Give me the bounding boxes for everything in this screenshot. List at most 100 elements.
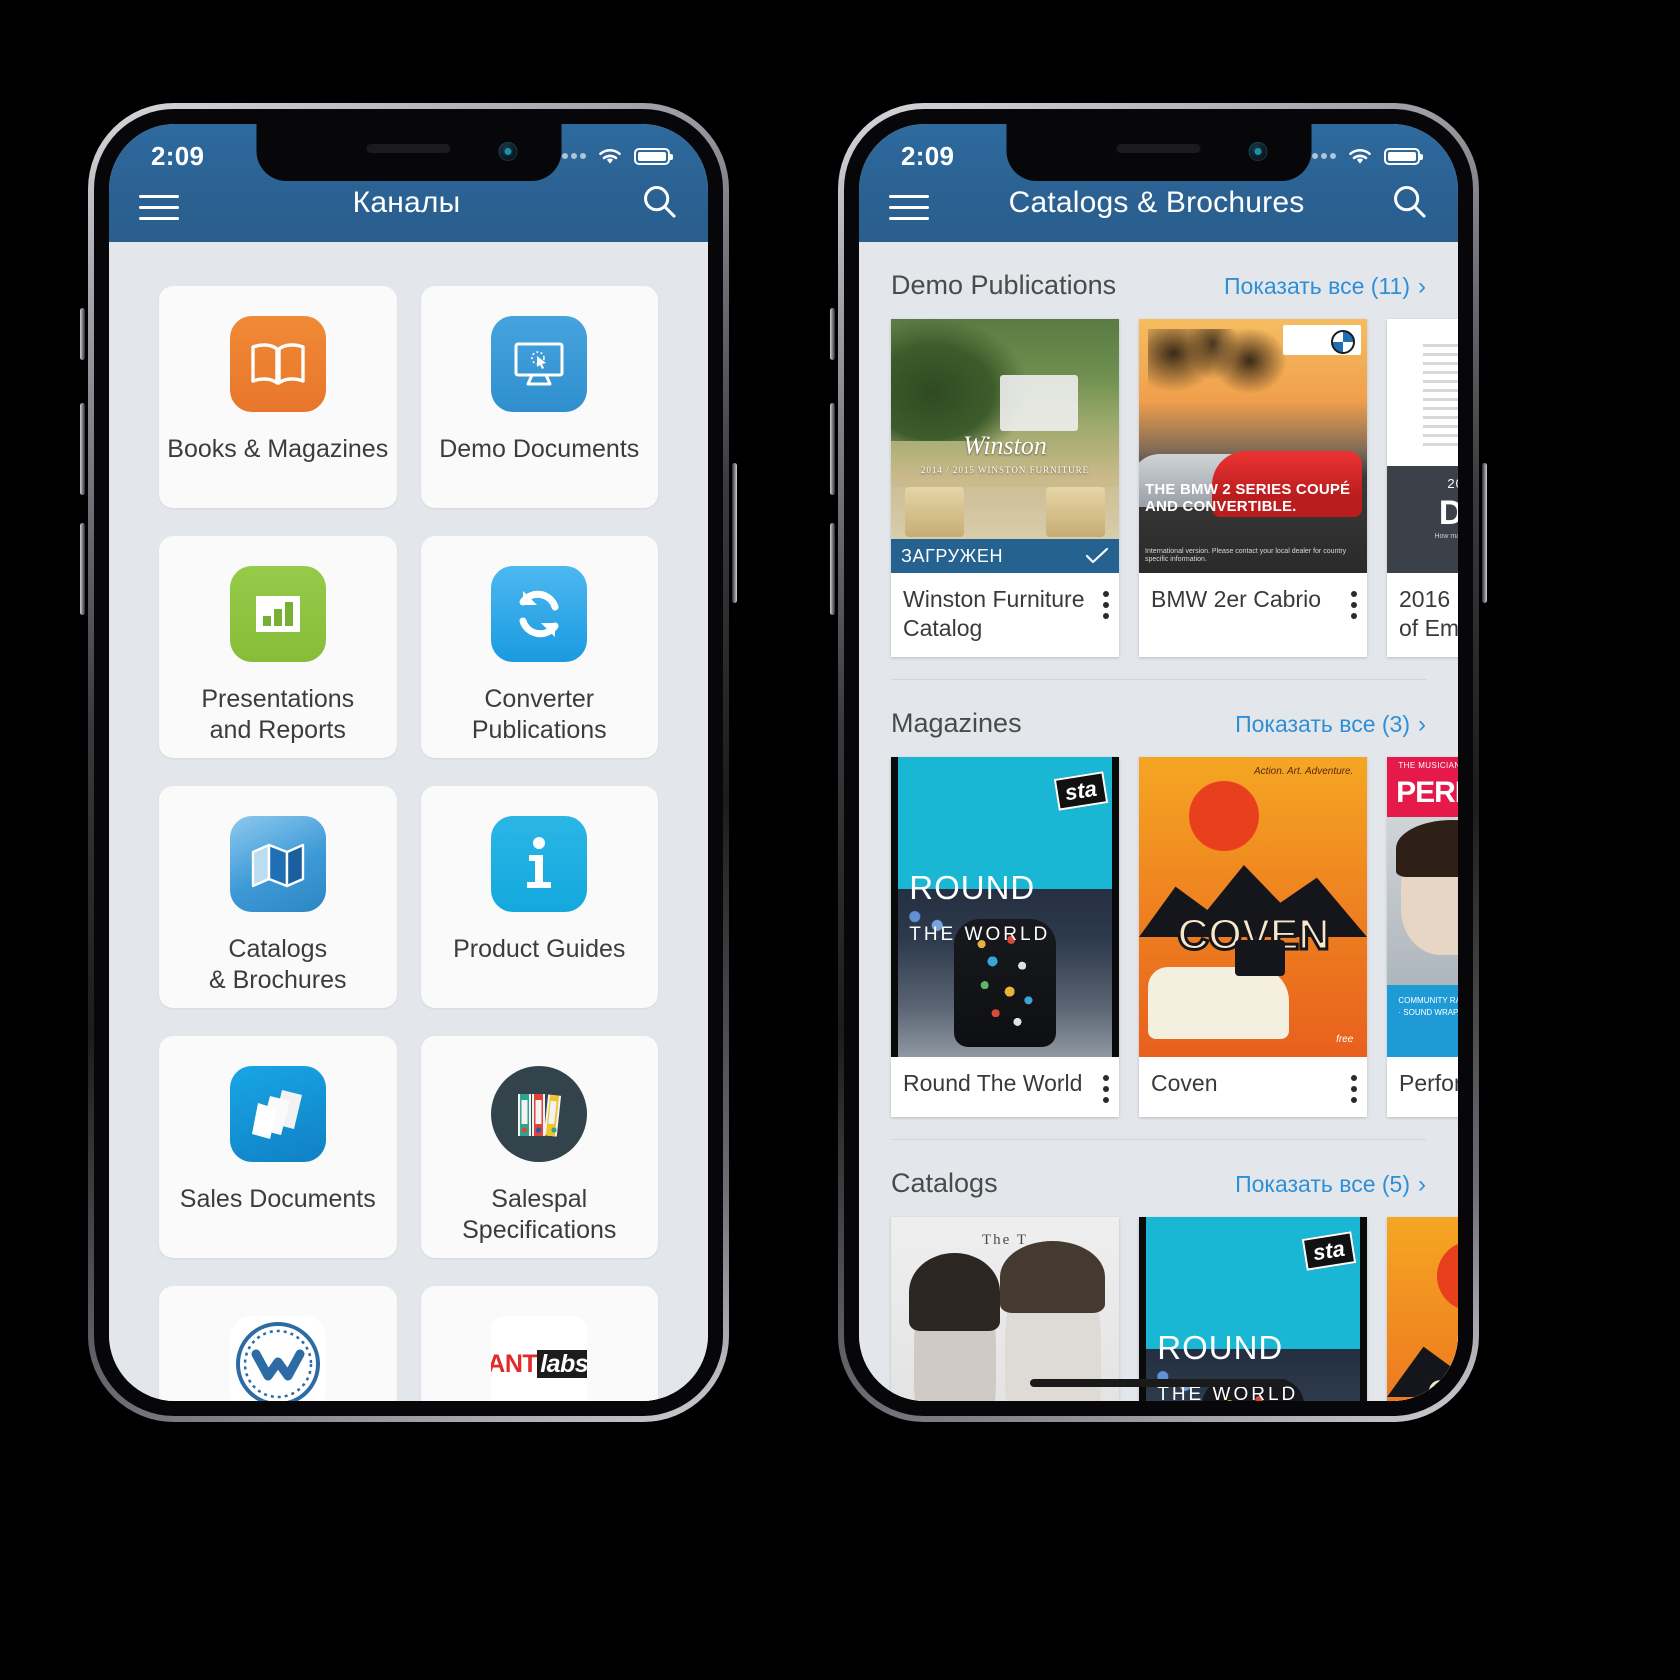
- battery-full-icon: [634, 147, 673, 165]
- cover-image-coven: Action. Art. Adventure. COVEN free: [1139, 757, 1367, 1057]
- show-all-link[interactable]: Показать все (3) ›: [1235, 711, 1426, 738]
- left-phone-power-button[interactable]: [732, 463, 737, 603]
- cover-title: COVEN: [1424, 1370, 1458, 1401]
- badge-label: ЗАГРУЖЕН: [901, 545, 1004, 566]
- channel-tile-salespal-specifications[interactable]: Salespal Specifications: [420, 1036, 658, 1258]
- card-title: Round The World: [903, 1070, 1083, 1096]
- antlabs-logo-icon: ANT labs: [491, 1316, 588, 1401]
- left-phone-volume-down[interactable]: [80, 523, 85, 615]
- right-phone-volume-down[interactable]: [830, 523, 835, 615]
- section-title: Magazines: [891, 708, 1022, 738]
- publications-scroll[interactable]: Demo Publications Показать все (11) › Wi…: [859, 242, 1458, 1401]
- show-all-label: Показать все (3): [1235, 711, 1410, 737]
- channel-tile-presentations-reports[interactable]: Presentations and Reports: [159, 536, 397, 758]
- channel-label: Presentations and Reports: [201, 685, 355, 744]
- publication-card[interactable]: Action. Art. Adventure. COVEN free Coven: [1387, 1217, 1458, 1401]
- show-all-link[interactable]: Показать все (5) ›: [1235, 1171, 1426, 1198]
- channel-label: Catalogs & Brochures: [208, 935, 347, 994]
- cover-image-bmw: THE BMW 2 SERIES COUPÉ AND CONVERTIBLE. …: [1139, 319, 1367, 573]
- more-options-icon[interactable]: [1351, 585, 1357, 619]
- monitor-cursor-icon: [491, 316, 588, 412]
- show-all-link[interactable]: Показать все (11) ›: [1224, 273, 1426, 300]
- search-icon[interactable]: [1384, 182, 1428, 220]
- hamburger-menu-icon[interactable]: [889, 195, 929, 220]
- publication-card[interactable]: The T N°2 Tiffany Brochure: [891, 1217, 1119, 1401]
- right-phone-notch: [1006, 124, 1311, 181]
- channel-tile-sales-documents[interactable]: Sales Documents: [159, 1036, 397, 1258]
- left-phone-mute-switch[interactable]: [80, 308, 85, 360]
- cover-line2: THE WORLD: [909, 924, 1051, 945]
- publication-card[interactable]: THE BMW 2 SERIES COUPÉ AND CONVERTIBLE. …: [1139, 319, 1367, 657]
- hamburger-menu-icon[interactable]: [139, 195, 179, 220]
- battery-full-icon: [1384, 147, 1423, 165]
- channel-label: Salespal Specifications: [462, 1185, 617, 1244]
- show-all-label: Показать все (11): [1224, 273, 1410, 299]
- cover-image-round-the-world: sta ROUND THE WORLD: [1139, 1217, 1367, 1401]
- card-row[interactable]: Winston 2014 / 2015 WINSTON FURNITURE ЗАГ…: [859, 319, 1458, 657]
- section-demo-publications: Demo Publications Показать все (11) › Wi…: [859, 242, 1458, 657]
- cover-sub: How marketers go from inspiration to inb…: [1434, 533, 1458, 541]
- channel-tile-product-guides[interactable]: Product Guides: [420, 786, 658, 1008]
- channels-list[interactable]: Books & Magazines Demo Documents Present…: [109, 242, 708, 1401]
- channel-label: Product Guides: [453, 935, 626, 963]
- right-phone-volume-up[interactable]: [830, 403, 835, 495]
- front-camera: [1248, 142, 1267, 161]
- publication-card[interactable]: 2016 STATE OF DESIGN How marketers go fr…: [1387, 319, 1458, 657]
- wifi-icon: [599, 149, 621, 164]
- more-options-icon[interactable]: [1351, 1069, 1357, 1103]
- phone-right: Catalogs & Brochures 2:09 Demo Publicati…: [830, 103, 1487, 1422]
- channel-tile-antlabs[interactable]: ANTlabs Antlabs: [420, 1286, 658, 1401]
- page-title: Каналы: [352, 186, 461, 219]
- publication-card[interactable]: THE MUSICIAN'S RESOURCE PERFORMER DEEPTI…: [1387, 757, 1458, 1117]
- page-title: Catalogs & Brochures: [1008, 186, 1305, 219]
- channel-tile-demo-documents[interactable]: Demo Documents: [420, 286, 658, 508]
- search-icon[interactable]: [634, 182, 678, 220]
- card-row[interactable]: The T N°2 Tiffany Brochure: [891, 1217, 1458, 1401]
- card-row[interactable]: sta ROUND THE WORLD Round The World Acti…: [891, 757, 1458, 1117]
- channel-tile-books-magazines[interactable]: Books & Magazines: [159, 286, 397, 508]
- earpiece-speaker: [1116, 144, 1201, 153]
- cover-brand: Winston: [963, 430, 1047, 460]
- channel-label: Converter Publications: [471, 685, 607, 744]
- publication-card[interactable]: Winston 2014 / 2015 WINSTON FURNITURE ЗАГ…: [891, 319, 1119, 657]
- section-magazines: Magazines Показать все (3) › sta ROUND T…: [891, 679, 1458, 1117]
- card-title: Performer: [1399, 1070, 1458, 1096]
- salespal-seal-icon: [229, 1316, 326, 1401]
- cover-image-performer: THE MUSICIAN'S RESOURCE PERFORMER DEEPTI…: [1387, 757, 1458, 1057]
- cover-free-label: free: [1336, 1034, 1354, 1045]
- downloaded-badge: ЗАГРУЖЕН: [891, 539, 1119, 573]
- right-phone-power-button[interactable]: [1482, 463, 1487, 603]
- earpiece-speaker: [366, 144, 451, 153]
- antlabs-logo-text-a: ANT: [491, 1349, 538, 1378]
- publication-card[interactable]: sta ROUND THE WORLD Round The World: [891, 757, 1119, 1117]
- publication-card[interactable]: sta ROUND THE WORLD Round The World: [1139, 1217, 1367, 1401]
- left-phone-volume-up[interactable]: [80, 403, 85, 495]
- left-phone-notch: [256, 124, 561, 181]
- chevron-right-icon: ›: [1418, 272, 1426, 300]
- cover-image-winston: Winston 2014 / 2015 WINSTON FURNITURE ЗАГ…: [891, 319, 1119, 573]
- cover-tagline: Action. Art. Adventure.: [1254, 766, 1354, 777]
- cover-line1: ROUND: [1157, 1329, 1284, 1366]
- right-phone-screen: Catalogs & Brochures 2:09 Demo Publicati…: [859, 124, 1458, 1401]
- open-book-icon: [229, 316, 326, 412]
- publication-card[interactable]: Action. Art. Adventure. COVEN free Coven: [1139, 757, 1367, 1117]
- cover-line1: ROUND: [909, 869, 1036, 906]
- folded-map-icon: [229, 816, 326, 912]
- more-options-icon[interactable]: [1103, 1069, 1109, 1103]
- section-title: Catalogs: [891, 1168, 998, 1198]
- channel-tile-converter-publications[interactable]: Converter Publications: [420, 536, 658, 758]
- home-indicator[interactable]: [1029, 1379, 1288, 1387]
- show-all-label: Показать все (5): [1235, 1171, 1410, 1197]
- cover-name: PERFORMER: [1396, 776, 1458, 810]
- right-phone-mute-switch[interactable]: [830, 308, 835, 360]
- section-header: Demo Publications Показать все (11) ›: [859, 246, 1458, 319]
- phone-left: Каналы 2:09 Books & Magazines Demo Docum…: [80, 103, 737, 1422]
- channel-label: Books & Magazines: [167, 435, 389, 463]
- channel-tile-salespal[interactable]: Salespal: [159, 1286, 397, 1401]
- antlabs-logo-text-b: labs: [537, 1349, 588, 1378]
- channel-tile-catalogs-brochures[interactable]: Catalogs & Brochures: [159, 786, 397, 1008]
- check-icon: [1085, 547, 1109, 564]
- more-options-icon[interactable]: [1103, 585, 1109, 619]
- cover-image-tiffany: The T N°2: [891, 1217, 1119, 1401]
- section-header: Catalogs Показать все (5) ›: [891, 1144, 1426, 1217]
